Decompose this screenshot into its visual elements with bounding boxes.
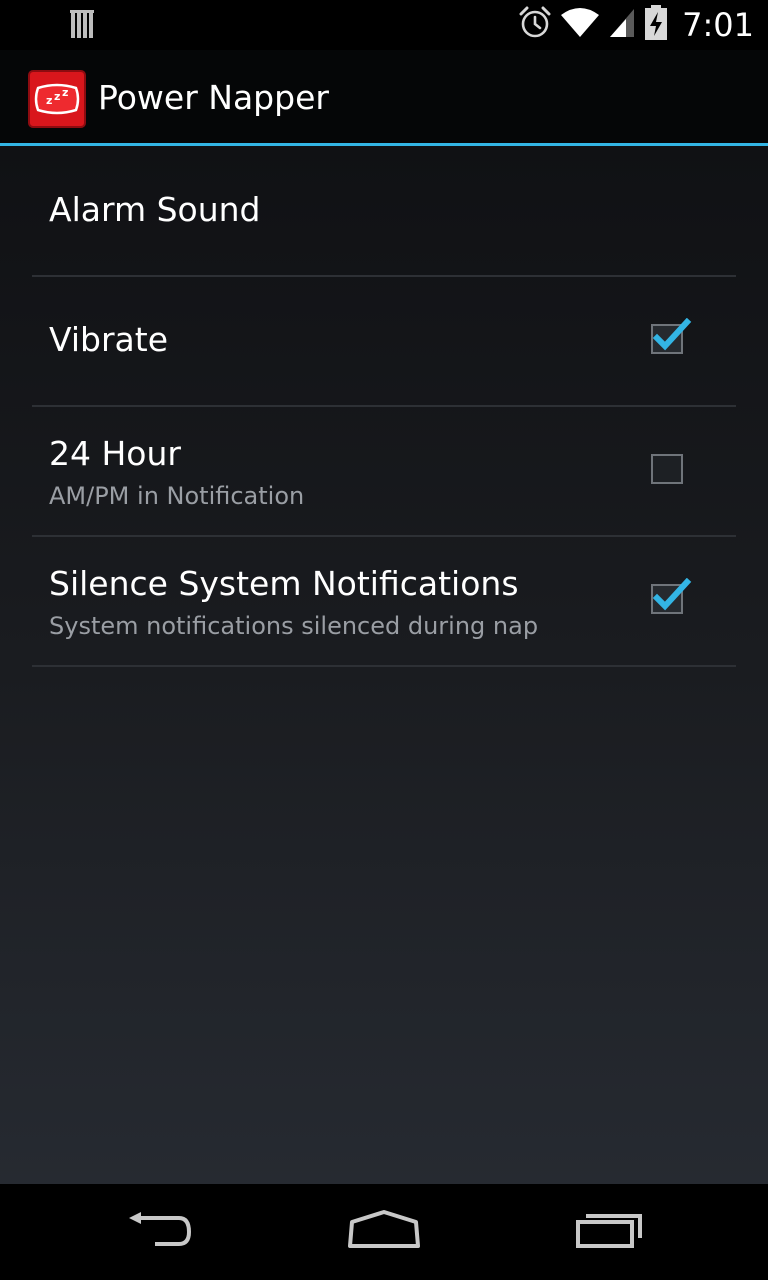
navigation-bar <box>0 1184 768 1280</box>
app-title: Power Napper <box>98 78 329 117</box>
pref-vibrate[interactable]: Vibrate <box>32 276 736 407</box>
svg-text:z: z <box>62 86 68 99</box>
back-icon <box>125 1210 195 1254</box>
back-button[interactable] <box>100 1202 220 1262</box>
pref-title: Vibrate <box>49 320 168 359</box>
action-bar: z z z Power Napper <box>0 50 768 143</box>
pref-title: Alarm Sound <box>49 190 261 229</box>
status-bar: 7:01 <box>0 0 768 50</box>
vibrate-checkbox[interactable] <box>651 318 692 356</box>
preferences-list: Alarm Sound Vibrate 24 Hour AM/PM in Not… <box>0 146 768 1184</box>
cell-signal-icon <box>608 7 636 43</box>
pref-24-hour[interactable]: 24 Hour AM/PM in Notification <box>32 406 736 537</box>
screen: 7:01 z z z Power Napper Alarm Sound Vibr… <box>0 0 768 1280</box>
battery-charging-icon <box>644 5 668 45</box>
svg-text:z: z <box>46 94 52 107</box>
recent-apps-icon <box>574 1210 646 1254</box>
pref-title: 24 Hour <box>49 434 181 473</box>
recent-apps-button[interactable] <box>550 1202 670 1262</box>
pillow-zzz-icon[interactable]: z z z <box>28 70 86 128</box>
24-hour-checkbox[interactable] <box>651 454 683 486</box>
home-icon <box>346 1210 422 1254</box>
home-button[interactable] <box>324 1202 444 1262</box>
notification-bars-icon <box>70 10 98 44</box>
pref-alarm-sound[interactable]: Alarm Sound <box>32 146 736 277</box>
pref-title: Silence System Notifications <box>49 564 519 603</box>
status-time: 7:01 <box>682 6 754 44</box>
svg-text:z: z <box>54 90 60 103</box>
pref-summary: System notifications silenced during nap <box>49 612 539 640</box>
pref-silence-system-notifications[interactable]: Silence System Notifications System noti… <box>32 536 736 667</box>
silence-notifications-checkbox[interactable] <box>651 578 692 616</box>
alarm-clock-icon <box>518 6 552 44</box>
pref-summary: AM/PM in Notification <box>49 482 305 510</box>
wifi-icon <box>560 7 600 43</box>
